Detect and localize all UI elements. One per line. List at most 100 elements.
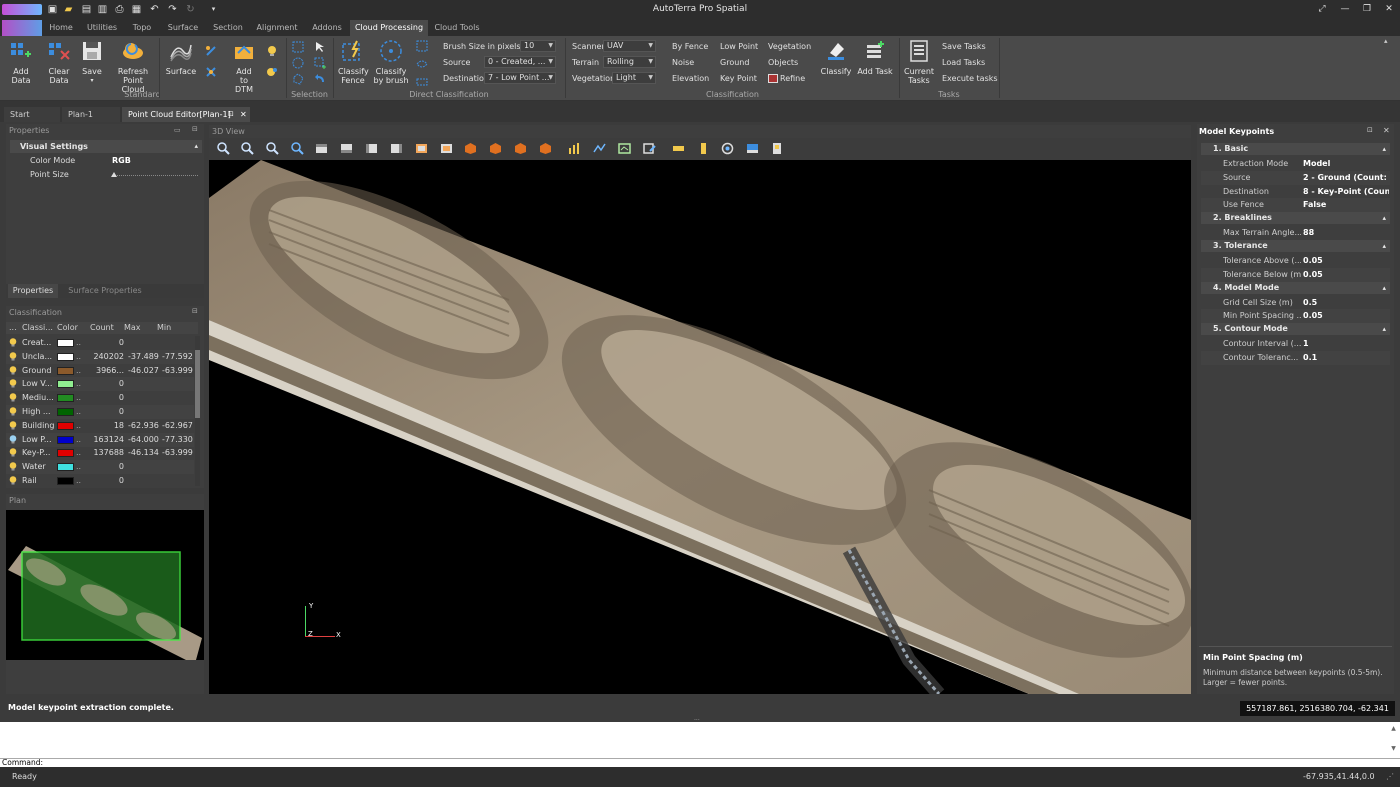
keypoints-property-row[interactable]: Extraction Mode Model [1201, 157, 1390, 171]
section-icon[interactable] [618, 142, 631, 155]
view-bottom-icon[interactable] [340, 142, 353, 155]
property-value[interactable]: 0.05 [1303, 254, 1389, 268]
select-circle-icon[interactable] [292, 57, 304, 69]
visibility-bulb-icon[interactable] [9, 379, 17, 388]
iso-view-1-icon[interactable] [464, 142, 477, 155]
classification-scrollbar[interactable] [195, 336, 200, 486]
edit-section-icon[interactable] [643, 142, 656, 155]
view-top-icon[interactable] [315, 142, 328, 155]
class-color-swatch[interactable] [57, 408, 74, 416]
brush-lasso-icon[interactable] [416, 58, 428, 70]
tab-utilities[interactable]: Utilities [84, 20, 120, 36]
classification-row[interactable]: Uncla..... 240202 -37.489 -77.592 [6, 349, 194, 364]
tab-cloud-processing[interactable]: Cloud Processing [350, 20, 428, 36]
select-add-icon[interactable] [314, 57, 326, 69]
bar-chart-icon[interactable] [568, 142, 581, 155]
zoom-extents-icon[interactable] [291, 142, 304, 155]
bulb-group-icon[interactable] [266, 66, 278, 78]
visibility-bulb-icon[interactable] [9, 420, 17, 430]
refresh-point-cloud-button[interactable]: Refresh Point Cloud [110, 39, 156, 94]
save-tasks-button[interactable]: Save Tasks [942, 42, 986, 51]
save-dropdown-icon[interactable]: ▾ [78, 76, 106, 85]
keypoints-property-row[interactable]: Contour Interval (... 1 [1201, 337, 1390, 351]
tab-properties[interactable]: Properties [8, 284, 58, 298]
classification-row[interactable]: Rail.. 0 [6, 474, 194, 488]
elevation-button[interactable]: Elevation [672, 74, 709, 83]
brush-size-select[interactable]: 10 ▼ [520, 40, 556, 52]
property-value[interactable]: Model [1303, 157, 1389, 171]
class-color-swatch[interactable] [57, 339, 74, 347]
maximize-button[interactable]: ❐ [1358, 2, 1376, 17]
classification-row[interactable]: Low V..... 0 [6, 377, 194, 392]
visibility-bulb-icon[interactable] [9, 448, 17, 457]
zoom-in-icon[interactable] [217, 142, 230, 155]
tab-home[interactable]: Home [46, 20, 76, 36]
view-front-icon[interactable] [415, 142, 428, 155]
scanner-select[interactable]: UAV ▼ [603, 40, 656, 52]
surface-tool-icon[interactable] [205, 45, 217, 57]
profile-line-icon[interactable] [593, 142, 606, 155]
property-value[interactable]: 0.05 [1303, 309, 1389, 323]
keypoints-property-row[interactable]: Destination 8 - Key-Point (Coun... [1201, 185, 1390, 199]
view-back-icon[interactable] [440, 142, 453, 155]
keypoints-property-row[interactable]: Tolerance Below (m) 0.05 [1201, 267, 1390, 282]
add-to-dtm-button[interactable]: Add to DTM [227, 39, 261, 94]
keypoints-property-row[interactable]: Contour Toleranc... 0.1 [1201, 351, 1390, 365]
save-button[interactable]: Save ▾ [78, 39, 106, 85]
resize-grip-icon[interactable]: ⋰ [1386, 772, 1394, 781]
property-value[interactable]: 8 - Key-Point (Coun... [1303, 185, 1389, 199]
zoom-out-icon[interactable] [241, 142, 254, 155]
key-point-button[interactable]: Key Point [720, 74, 757, 83]
visibility-bulb-icon[interactable] [9, 434, 17, 444]
panel-pin-icon[interactable]: ⊡ [1367, 126, 1373, 134]
visibility-bulb-icon[interactable] [9, 393, 17, 402]
vegetation-select[interactable]: Light ▼ [612, 72, 656, 84]
class-color-swatch[interactable] [57, 435, 74, 444]
keypoints-property-row[interactable]: Max Terrain Angle... 88 [1201, 226, 1390, 240]
tab-pin-icon[interactable]: ⊡ [228, 107, 234, 122]
close-button[interactable]: ✕ [1380, 2, 1398, 17]
select-rectangle-icon[interactable] [292, 41, 304, 53]
map-layer-icon[interactable] [746, 142, 759, 155]
property-value[interactable]: 0.05 [1303, 268, 1389, 282]
keypoints-section-header[interactable]: 5. Contour Mode ▴ [1201, 323, 1390, 336]
command-scrollbar[interactable]: ▲ ▼ [1389, 724, 1398, 756]
view-left-icon[interactable] [365, 142, 378, 155]
classification-row[interactable]: Building.. 18 -62.936 -62.967 [6, 419, 194, 433]
classification-row[interactable]: Creat..... 0 [6, 336, 194, 350]
iso-view-3-icon[interactable] [514, 142, 527, 155]
class-color-swatch[interactable] [57, 380, 74, 389]
low-point-button[interactable]: Low Point [720, 42, 758, 51]
classify-fence-button[interactable]: Classify Fence [336, 39, 370, 85]
visibility-bulb-icon[interactable] [9, 338, 17, 347]
color-mode-row[interactable]: Color Mode RGB [10, 154, 202, 168]
panel-pin-icon[interactable]: ▭ [174, 126, 181, 134]
add-task-button[interactable]: Add Task [856, 39, 894, 76]
select-undo-icon[interactable] [314, 73, 326, 85]
classify-by-brush-button[interactable]: Classify by brush [373, 39, 409, 85]
bulb-icon[interactable] [266, 45, 278, 57]
keypoints-property-row[interactable]: Grid Cell Size (m) 0.5 [1201, 296, 1390, 310]
tab-section[interactable]: Section [209, 20, 247, 36]
visibility-bulb-icon[interactable] [9, 365, 17, 375]
tab-surface[interactable]: Surface [164, 20, 202, 36]
vegetation-button[interactable]: Vegetation [768, 42, 811, 51]
class-color-swatch[interactable] [57, 352, 74, 361]
plan-view[interactable] [6, 510, 204, 660]
point-cloud-3d-view[interactable]: Y Z X [209, 160, 1191, 694]
restore-layout-icon[interactable]: ⤢ [1313, 2, 1331, 17]
measure-vertical-icon[interactable] [697, 142, 710, 155]
class-color-swatch[interactable] [57, 449, 74, 458]
tab-topo[interactable]: Topo [127, 20, 157, 36]
panel-pin-icon[interactable]: ⊟ [192, 307, 198, 315]
visibility-bulb-icon[interactable] [9, 462, 17, 471]
current-tasks-button[interactable]: Current Tasks [903, 39, 935, 85]
property-value[interactable]: 0.1 [1303, 351, 1389, 365]
source-select[interactable]: 0 - Created, ... ▼ [484, 56, 556, 68]
keypoints-section-header[interactable]: 4. Model Mode ▴ [1201, 281, 1390, 294]
clear-data-button[interactable]: Clear Data [44, 39, 74, 85]
property-value[interactable]: 88 [1303, 226, 1389, 240]
keypoints-property-row[interactable]: Tolerance Above (... 0.05 [1201, 254, 1390, 268]
visibility-bulb-icon[interactable] [9, 476, 17, 485]
doc-tab-point-cloud-editor[interactable]: Point Cloud Editor[Plan-1] ⊡ ✕ [122, 107, 250, 122]
